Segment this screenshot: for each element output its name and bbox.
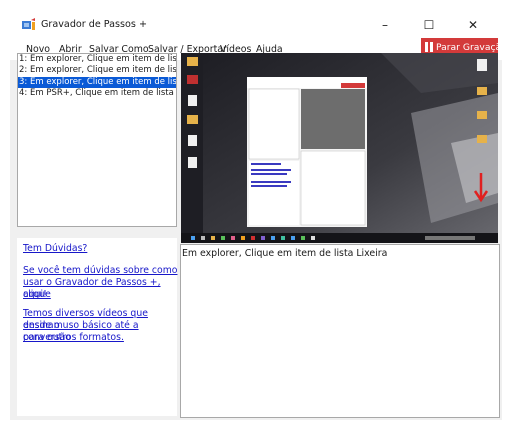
window-title: Gravador de Passos + — [41, 19, 147, 30]
help-title-link[interactable]: Tem Dúvidas? — [23, 243, 178, 255]
help-link-line1[interactable]: Se você tem dúvidas sobre como — [23, 265, 178, 277]
help-link-line3[interactable]: aqui! — [23, 289, 178, 301]
list-item[interactable]: 4: Em PSR+, Clique em item de lista 3: E… — [18, 88, 176, 99]
step-screenshot — [181, 53, 498, 243]
app-icon — [22, 18, 35, 30]
maximize-icon: ☐ — [423, 18, 435, 32]
list-item[interactable]: 1: Em explorer, Clique em item de lista … — [18, 54, 176, 65]
close-icon: ✕ — [467, 18, 479, 32]
title-bar: Gravador de Passos + – ☐ ✕ — [10, 10, 502, 40]
screenshot-image — [181, 53, 498, 243]
step-description: Em explorer, Clique em item de lista Lix… — [182, 248, 388, 259]
pause-icon-bar — [430, 42, 433, 52]
help-panel: Tem Dúvidas? Se você tem dúvidas sobre c… — [17, 238, 177, 416]
app-window: Gravador de Passos + – ☐ ✕ Novo Abrir Sa… — [10, 10, 507, 420]
list-item-selected[interactable]: 3: Em explorer, Clique em item de lista … — [18, 76, 176, 89]
stop-recording-label: Parar Gravação — [436, 42, 507, 53]
close-button[interactable]: ✕ — [453, 13, 493, 37]
step-description-box: Em explorer, Clique em item de lista Lix… — [180, 244, 500, 418]
list-item[interactable]: 2: Em explorer, Clique em item de lista … — [18, 65, 176, 76]
pause-icon — [425, 42, 428, 52]
minimize-icon: – — [382, 18, 388, 32]
videos-link-line3[interactable]: para outros formatos. — [23, 332, 178, 344]
maximize-button[interactable]: ☐ — [409, 13, 449, 37]
minimize-button[interactable]: – — [365, 13, 405, 37]
steps-list[interactable]: 1: Em explorer, Clique em item de lista … — [17, 53, 177, 227]
